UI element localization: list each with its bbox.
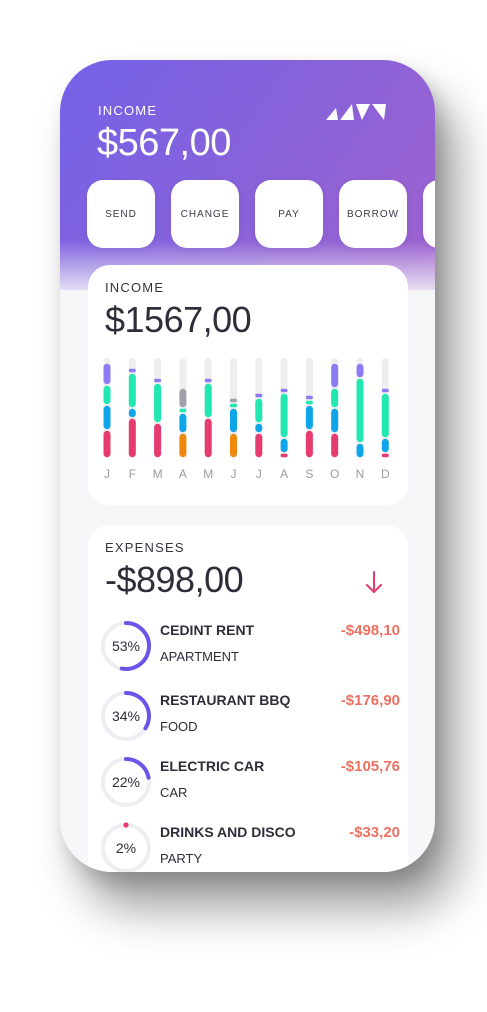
month-tick-label: M [203,467,213,481]
month-tick-label: J [256,467,262,481]
expense-title: DRINKS AND DISCO [160,824,296,840]
bar-segment [255,423,263,433]
bar-segment [356,378,364,443]
bar-segment [381,393,389,438]
expense-percent: 53% [111,638,141,654]
bar-segment [280,393,288,438]
expense-percent: 2% [115,840,137,856]
bar-segment [331,388,339,408]
expense-percent: 22% [111,774,141,790]
bar-segment [128,408,136,418]
more-action-button[interactable] [423,180,435,248]
income-bar-chart: JFMAMJJASOND [103,358,390,481]
expense-category: APARTMENT [160,649,239,664]
bar-segment [103,363,111,385]
expense-category: CAR [160,785,188,800]
month-tick-label: S [305,467,313,481]
bar-segment [305,405,313,430]
income-card: INCOME $1567,00 JFMAMJJASOND [88,265,408,505]
month-tick-label: O [330,467,339,481]
brand-logo-icon [326,104,386,120]
expense-percent: 34% [111,708,141,724]
expenses-card: EXPENSES -$898,00 53% CEDINT RENT APARTM… [88,525,408,872]
bar-segment [230,408,237,433]
action-buttons: SEND CHANGE PAY BORROW [87,180,435,248]
bar-segment [103,405,111,430]
expense-amount: -$498,10 [340,622,400,639]
send-button[interactable]: SEND [87,180,155,248]
bar-segment [154,378,162,383]
bar-segment [331,408,339,433]
bar-segment [179,433,187,458]
bar-segment [204,418,212,458]
month-tick-label: N [356,467,365,481]
phone-screen: INCOME $567,00 SEND CHANGE PAY BORROW IN… [60,60,435,872]
bar-segment [103,385,111,405]
expense-category: PARTY [160,851,203,866]
month-tick-label: F [129,467,136,481]
expense-amount: -$176,90 [340,692,400,709]
expense-title: RESTAURANT BBQ [160,692,291,708]
pay-button[interactable]: PAY [255,180,323,248]
bar-segment [204,378,212,383]
bar-segment [154,383,162,423]
expense-amount: -$33,20 [349,824,400,841]
bar-segment [356,363,364,378]
bar-segment [230,403,237,408]
bar-segment [305,395,313,400]
bar-segment [280,453,288,458]
month-tick-label: J [104,467,110,481]
month-tick-label: M [153,467,163,481]
bar-segment [154,423,162,458]
bar-segment [128,418,136,458]
month-tick-label: A [179,467,187,481]
borrow-button[interactable]: BORROW [339,180,407,248]
bar-segment [255,398,263,423]
expense-title: CEDINT RENT [160,622,255,638]
bar-segment [103,430,111,458]
expenses-card-amount: -$898,00 [105,559,244,600]
bar-segment [179,408,187,413]
bar-segment [255,393,263,398]
month-tick-label: J [231,467,237,481]
header-income-label: INCOME [98,103,158,118]
bar-segment [381,388,389,393]
expense-item[interactable]: 2% DRINKS AND DISCO PARTY -$33,20 [100,822,400,872]
header-income-amount: $567,00 [97,122,231,164]
bar-segment [305,430,313,458]
month-tick-label: D [381,467,390,481]
expense-title: ELECTRIC CAR [160,758,265,774]
bar-segment [331,363,339,388]
change-button[interactable]: CHANGE [171,180,239,248]
bar-segment [255,433,263,458]
bar-segment [305,400,313,405]
bar-segment [356,443,364,458]
expense-item[interactable]: 22% ELECTRIC CAR CAR -$105,76 [100,756,400,812]
expense-item[interactable]: 53% CEDINT RENT APARTMENT -$498,10 [100,620,400,676]
bar-segment [381,453,389,458]
bar-segment [179,413,187,433]
bar-segment [128,373,136,408]
expense-amount: -$105,76 [340,758,400,775]
bar-segment [179,388,187,408]
bar-segment [128,368,136,373]
bar-segment [230,398,237,403]
expense-item[interactable]: 34% RESTAURANT BBQ FOOD -$176,90 [100,690,400,746]
bar-segment [230,433,237,458]
bar-segment [280,438,288,453]
bar-segment [331,433,339,458]
expense-category: FOOD [160,719,198,734]
expenses-card-label: EXPENSES [105,540,185,555]
month-tick-label: A [280,467,288,481]
bar-segment [204,383,212,418]
bar-segment [280,388,288,393]
arrow-down-icon[interactable] [358,567,390,599]
bar-segment [381,438,389,453]
